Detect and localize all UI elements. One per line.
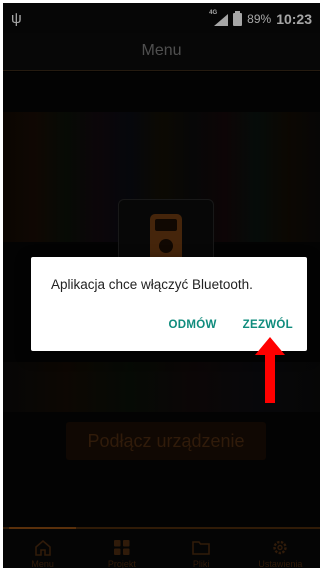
dialog-actions: ODMÓW ZEZWÓL [169, 319, 293, 331]
allow-button[interactable]: ZEZWÓL [243, 319, 293, 331]
deny-button[interactable]: ODMÓW [169, 319, 217, 331]
red-arrow-annotation [255, 337, 285, 403]
dialog-message: Aplikacja chce włączyć Bluetooth. [51, 277, 253, 292]
phone-screen: ψ 4G 89% 10:23 Menu Podłącz urządzenie M… [0, 0, 323, 571]
